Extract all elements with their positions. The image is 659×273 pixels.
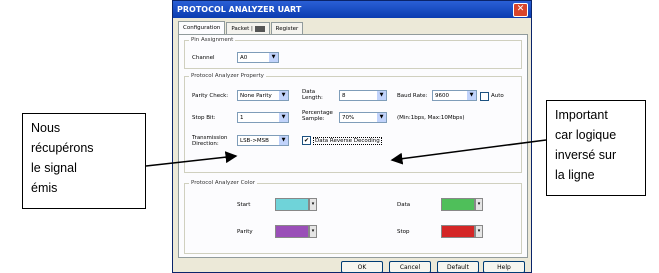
callout-right-line: inversé sur (555, 148, 617, 162)
left-arrow (145, 151, 238, 167)
callout-left-line: récupérons (31, 141, 94, 155)
callout-left-line: Nous (31, 121, 61, 135)
callout-right-line: la ligne (555, 168, 595, 182)
right-arrow (390, 139, 547, 165)
callout-right-line: Important (555, 108, 608, 122)
callout-right: Important car logique inversé sur la lig… (546, 100, 646, 196)
callout-left-line: le signal (31, 161, 77, 175)
callout-left-line: émis (31, 181, 58, 195)
callout-right-line: car logique (555, 128, 617, 142)
callout-left: Nous récupérons le signal émis (22, 113, 146, 209)
